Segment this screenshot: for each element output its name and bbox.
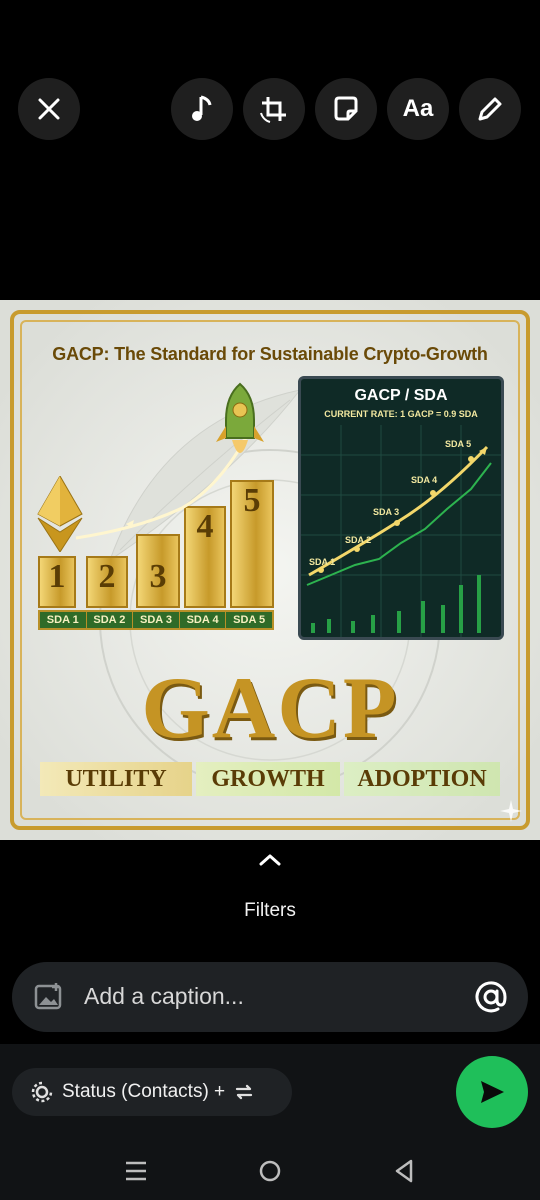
close-icon [38, 98, 60, 120]
music-button[interactable] [171, 78, 233, 140]
sticker-button[interactable] [315, 78, 377, 140]
text-icon: Aa [402, 95, 434, 122]
chart-panel-rate: CURRENT RATE: 1 GACP = 0.9 SDA [324, 409, 478, 419]
status-label: Status (Contacts) + [62, 1081, 226, 1102]
growth-bar-2: 2 [86, 556, 128, 608]
sda-label: SDA 3 [133, 612, 180, 628]
chart-panel: GACP / SDA CURRENT RATE: 1 GACP = 0.9 SD… [298, 376, 504, 640]
swap-icon [236, 1084, 253, 1100]
image-headline: GACP: The Standard for Sustainable Crypt… [52, 344, 488, 364]
rocket-icon [216, 382, 264, 453]
sda-label: SDA 2 [87, 612, 134, 628]
pillar-growth: GROWTH [196, 762, 340, 796]
chart-point-label: SDA 3 [373, 507, 400, 517]
media-preview: GACP: The Standard for Sustainable Crypt… [0, 300, 540, 840]
send-button[interactable] [456, 1056, 528, 1128]
chart-point-label: SDA 1 [309, 557, 336, 567]
crop-rotate-button[interactable] [243, 78, 305, 140]
pillar-adoption: ADOPTION [344, 762, 500, 796]
sda-label: SDA 4 [180, 612, 227, 628]
gallery-icon[interactable] [34, 982, 64, 1012]
send-icon [481, 1081, 504, 1103]
status-icon [31, 1081, 53, 1103]
text-button[interactable]: Aa [387, 78, 449, 140]
caption-input[interactable]: Add a caption... [84, 983, 244, 1010]
pillar-utility: UTILITY [40, 762, 192, 796]
pencil-icon [478, 97, 502, 121]
chart-point-label: SDA 4 [411, 475, 438, 485]
status-audience-chip[interactable]: Status (Contacts) + [12, 1068, 292, 1116]
home-icon[interactable] [258, 1159, 282, 1183]
crop-rotate-icon [260, 97, 286, 123]
sparkle-icon [500, 800, 522, 822]
sda-label: SDA 5 [233, 614, 266, 626]
music-note-icon [192, 95, 212, 121]
chart-panel-title: GACP / SDA [354, 387, 448, 404]
back-icon[interactable] [392, 1158, 416, 1184]
mention-icon[interactable] [474, 980, 508, 1014]
growth-bar-1: 1 [38, 556, 76, 608]
brand-title: GACP [141, 660, 399, 757]
sda-label: SDA 1 [40, 612, 87, 628]
chart-graphic [301, 425, 501, 637]
chevron-up-icon[interactable] [258, 852, 282, 868]
filters-label[interactable]: Filters [0, 900, 540, 922]
chart-point-label: SDA 2 [345, 535, 372, 545]
chart-point-label: SDA 5 [445, 439, 472, 449]
sda-strip: SDA 1 SDA 2 SDA 3 SDA 4 SDA 5 [38, 610, 274, 630]
recents-icon[interactable] [124, 1160, 148, 1182]
draw-button[interactable] [459, 78, 521, 140]
close-button[interactable] [18, 78, 80, 140]
sticker-icon [334, 96, 358, 121]
